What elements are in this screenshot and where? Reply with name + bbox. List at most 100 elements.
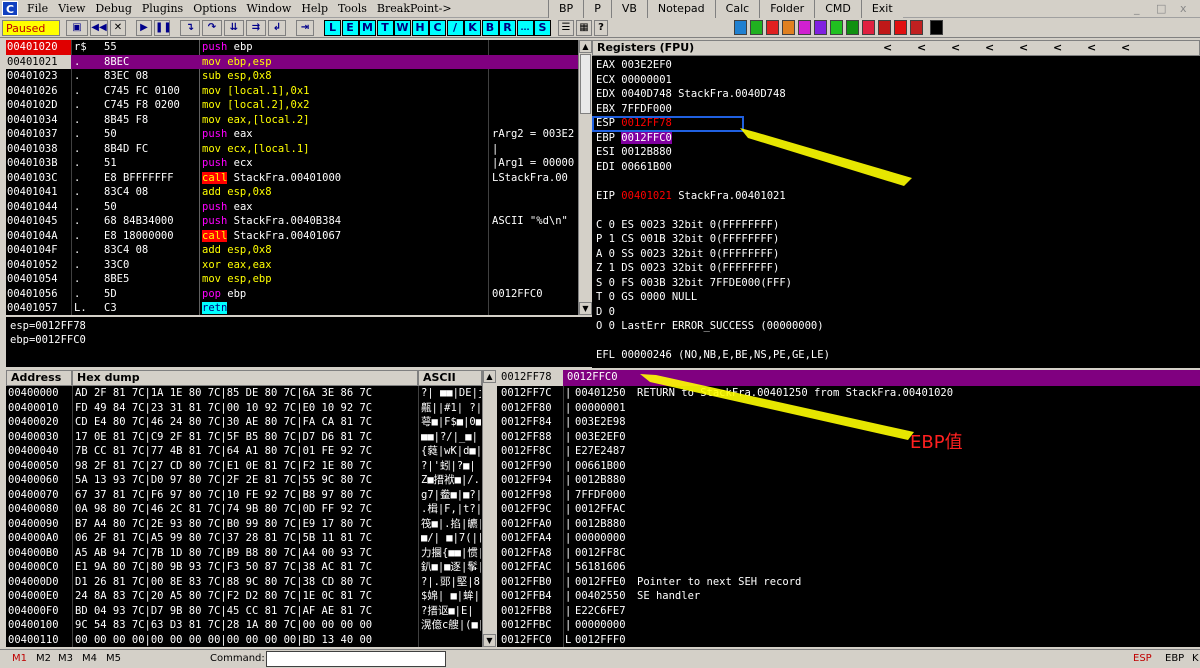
open-icon[interactable]: ▣ xyxy=(66,20,88,36)
stack-row[interactable]: 0012FF88 | 003E2EF0 xyxy=(497,430,1200,445)
window-button-1[interactable]: E xyxy=(341,20,359,36)
stack-row[interactable]: 0012FFC0 L 0012FFF0 xyxy=(497,633,1200,648)
stack-row[interactable]: 0012FFB0 | 0012FFE0 Pointer to next SEH rec… xyxy=(497,575,1200,590)
options-icon[interactable]: ☰ xyxy=(558,20,574,36)
plugin-icon-13[interactable] xyxy=(930,20,943,35)
dump-row[interactable]: 004000B0 A5 AB 94 7C|7B 1D 80 7C|B9 B8 80… xyxy=(6,546,482,561)
stack-row[interactable]: 0012FF98 | 7FFDF000 xyxy=(497,488,1200,503)
dump-row[interactable]: 00400090 B7 A4 80 7C|2E 93 80 7C|B0 99 80… xyxy=(6,517,482,532)
dump-row[interactable]: 00400000 AD 2F 81 7C|1A 1E 80 7C|85 DE 80… xyxy=(6,386,482,401)
register-line[interactable]: S 0 FS 003B 32bit 7FFDE000(FFF) xyxy=(596,276,792,291)
quick-p-button[interactable]: P xyxy=(583,0,611,18)
stack-row[interactable]: 0012FFBC | 00000000 xyxy=(497,618,1200,633)
plugin-icon-6[interactable] xyxy=(814,20,827,35)
dump-row[interactable]: 00400050 98 2F 81 7C|27 CD 80 7C|E1 0E 81… xyxy=(6,459,482,474)
window-button-2[interactable]: M xyxy=(359,20,376,36)
window-button-11[interactable]: ... xyxy=(516,20,534,36)
register-line[interactable]: ECX 00000001 xyxy=(596,73,672,88)
dump-row[interactable]: 004000A0 06 2F 81 7C|A5 99 80 7C|37 28 81… xyxy=(6,531,482,546)
dump-row[interactable]: 00400110 00 00 00 00|00 00 00 00|00 00 00… xyxy=(6,633,482,648)
help-icon[interactable]: ? xyxy=(594,20,608,36)
register-line[interactable]: EAX 003E2EF0 xyxy=(596,58,672,73)
disasm-row[interactable]: 00401021. 8BEC mov ebp,esp xyxy=(6,54,578,69)
stack-pane[interactable]: 0012FF78 0012FFC0 0012FF7C | 00401250 RETUR… xyxy=(497,370,1200,647)
dump-row[interactable]: 00400100 9C 54 83 7C|63 D3 81 7C|28 1A 80… xyxy=(6,618,482,633)
hex-dump-pane[interactable]: 00400000 AD 2F 81 7C|1A 1E 80 7C|85 DE 80… xyxy=(6,386,482,647)
stack-row[interactable]: 0012FF90 | 00661B00 xyxy=(497,459,1200,474)
disasm-row[interactable]: 0040104F. 83C4 08 add esp,0x8 xyxy=(6,243,578,258)
dump-scroll-up-icon[interactable]: ▲ xyxy=(483,370,496,383)
register-line[interactable]: ESI 0012B880 xyxy=(596,145,672,160)
disasm-row[interactable]: 00401034. 8B45 F8 mov eax,[local.2] xyxy=(6,113,578,128)
dump-row[interactable]: 00400070 67 37 81 7C|F6 97 80 7C|10 FE 92… xyxy=(6,488,482,503)
plugin-icon-10[interactable] xyxy=(878,20,891,35)
quick-bp-button[interactable]: BP xyxy=(548,0,584,18)
k-status[interactable]: K xyxy=(1192,653,1199,664)
dump-ascii-header[interactable]: ASCII xyxy=(418,370,482,386)
dump-row[interactable]: 00400080 0A 98 80 7C|46 2C 81 7C|74 9B 80… xyxy=(6,502,482,517)
window-button-7[interactable]: / xyxy=(446,20,464,36)
stack-row[interactable]: 0012FFB4 | 00402550 SE handler xyxy=(497,589,1200,604)
menu-debug[interactable]: Debug xyxy=(90,2,137,15)
grid-icon[interactable]: ▦ xyxy=(576,20,592,36)
register-nav-arrow-icon[interactable]: < xyxy=(1053,41,1062,55)
register-nav-arrow-icon[interactable]: < xyxy=(1019,41,1028,55)
dump-address-header[interactable]: Address xyxy=(6,370,72,386)
disassembly-pane[interactable]: 00401020 r$ 55 push ebp 00401021. 8BEC mov ebp… xyxy=(6,40,578,315)
maximize-button[interactable]: □ xyxy=(1156,2,1166,15)
plugin-icon-3[interactable] xyxy=(766,20,779,35)
stack-row[interactable]: 0012FF7C | 00401250 RETURN to StackFra.0040… xyxy=(497,386,1200,401)
goto-icon[interactable]: ⇥ xyxy=(296,20,314,36)
disasm-row[interactable]: 00401026. C745 FC 0100 mov [local.1],0x1 xyxy=(6,84,578,99)
register-line[interactable]: EDI 00661B00 xyxy=(596,160,672,175)
register-nav-arrow-icon[interactable]: < xyxy=(985,41,994,55)
disasm-row[interactable]: 0040102D. C745 F8 0200 mov [local.2],0x2 xyxy=(6,98,578,113)
dump-scrollbar[interactable]: ▲ ▼ xyxy=(482,370,496,647)
plugin-icon-7[interactable] xyxy=(830,20,843,35)
disasm-row[interactable]: 00401041. 83C4 08 add esp,0x8 xyxy=(6,185,578,200)
register-line[interactable]: O 0 LastErr ERROR_SUCCESS (00000000) xyxy=(596,319,824,334)
register-nav-arrow-icon[interactable]: < xyxy=(1087,41,1096,55)
register-line[interactable]: EFL 00000246 (NO,NB,E,BE,NS,PE,GE,LE) xyxy=(596,348,830,363)
dump-row[interactable]: 00400030 17 0E 81 7C|C9 2F 81 7C|5F B5 80… xyxy=(6,430,482,445)
disasm-row[interactable]: 00401038. 8B4D FC mov ecx,[local.1] | xyxy=(6,142,578,157)
minimize-button[interactable]: _ xyxy=(1134,2,1140,15)
disasm-row[interactable]: 00401045. 68 84B34000 push StackFra.0040B3… xyxy=(6,214,578,229)
stack-row[interactable]: 0012FFA8 | 0012FF8C xyxy=(497,546,1200,561)
dump-row[interactable]: 004000E0 24 8A 83 7C|20 A5 80 7C|F2 D2 80… xyxy=(6,589,482,604)
window-button-4[interactable]: W xyxy=(394,20,411,36)
dump-row[interactable]: 004000D0 D1 26 81 7C|00 8E 83 7C|88 9C 80… xyxy=(6,575,482,590)
menu-file[interactable]: File xyxy=(22,2,53,15)
register-line[interactable]: A 0 SS 0023 32bit 0(FFFFFFFF) xyxy=(596,247,779,262)
stack-row[interactable]: 0012FF84 | 003E2E98 xyxy=(497,415,1200,430)
menu-breakpoint[interactable]: BreakPoint-> xyxy=(372,2,457,15)
window-button-5[interactable]: H xyxy=(411,20,429,36)
pause-icon[interactable]: ❚❚ xyxy=(154,20,172,36)
quick-folder-button[interactable]: Folder xyxy=(759,0,815,18)
disasm-row[interactable]: 0040104A. E8 18000000 call StackFra.004010… xyxy=(6,229,578,244)
dump-scroll-down-icon[interactable]: ▼ xyxy=(483,634,496,647)
trace-over-icon[interactable]: ⇉ xyxy=(246,20,266,36)
menu-plugins[interactable]: Plugins xyxy=(137,2,188,15)
dump-row[interactable]: 00400040 7B CC 81 7C|77 4B 81 7C|64 A1 80… xyxy=(6,444,482,459)
quick-vb-button[interactable]: VB xyxy=(610,0,647,18)
execute-till-return-icon[interactable]: ↲ xyxy=(268,20,286,36)
scroll-up-arrow-icon[interactable]: ▲ xyxy=(579,40,592,53)
window-button-10[interactable]: R xyxy=(499,20,516,36)
menu-help[interactable]: Help xyxy=(296,2,333,15)
close-button[interactable]: x xyxy=(1180,2,1187,15)
rewind-icon[interactable]: ◀◀ xyxy=(90,20,108,36)
quick-exit-button[interactable]: Exit xyxy=(860,0,903,18)
stack-top-value[interactable]: 0012FFC0 xyxy=(563,370,1200,386)
dump-row[interactable]: 004000F0 BD 04 93 7C|D7 9B 80 7C|45 CC 81… xyxy=(6,604,482,619)
plugin-icon-12[interactable] xyxy=(910,20,923,35)
disasm-row[interactable]: 00401020 r$ 55 push ebp xyxy=(6,40,578,55)
plugin-icon-11[interactable] xyxy=(894,20,907,35)
register-line[interactable]: T 0 GS 0000 NULL xyxy=(596,290,697,305)
m1-tab[interactable]: M1 xyxy=(12,653,27,664)
register-nav-arrow-icon[interactable]: < xyxy=(951,41,960,55)
registers-pane[interactable]: EAX 003E2EF0 ECX 00000001 EDX 0040D748 Sta… xyxy=(592,56,1200,368)
disasm-row[interactable]: 00401056. 5D pop ebp 0012FFC0 xyxy=(6,287,578,302)
quick-notepad-button[interactable]: Notepad xyxy=(646,0,715,18)
disasm-row[interactable]: 00401052. 33C0 xor eax,eax xyxy=(6,258,578,273)
